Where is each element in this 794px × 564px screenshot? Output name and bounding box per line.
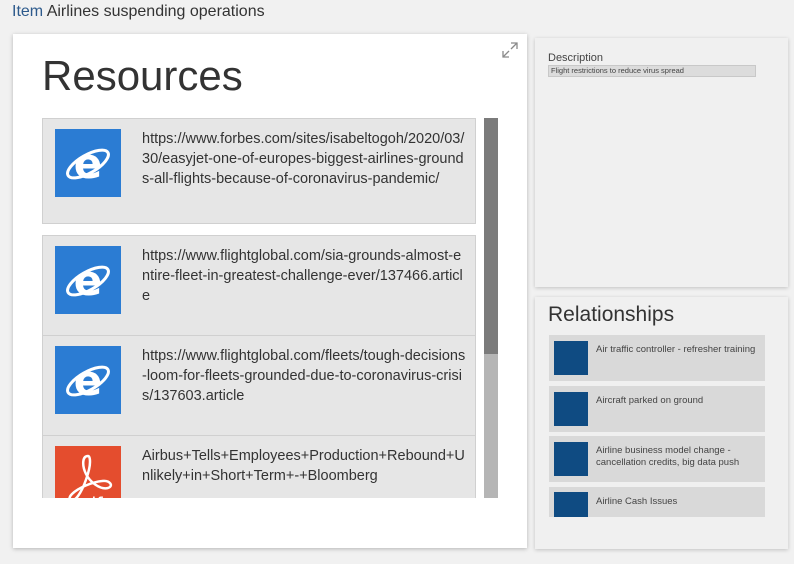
- relationship-item[interactable]: Airline Cash Issues: [549, 487, 765, 517]
- description-label: Description: [548, 52, 604, 64]
- relationships-title: Relationships: [548, 303, 675, 326]
- svg-text:e: e: [74, 139, 103, 188]
- relationship-thumbnail: [554, 341, 588, 375]
- expand-icon[interactable]: [501, 41, 519, 59]
- page-title: Airlines suspending operations: [46, 3, 265, 20]
- description-panel: Description Flight restrictions to reduc…: [535, 38, 788, 287]
- resource-item[interactable]: e https://www.flightglobal.com/sia-groun…: [42, 235, 476, 341]
- relationship-item[interactable]: Air traffic controller - refresher train…: [549, 335, 765, 381]
- relationship-label: Air traffic controller - refresher train…: [596, 344, 756, 355]
- internet-explorer-icon: e: [55, 346, 121, 414]
- resource-url[interactable]: https://www.forbes.com/sites/isabeltogoh…: [142, 129, 466, 189]
- svg-text:pdf: pdf: [73, 494, 103, 498]
- scrollbar-thumb[interactable]: [484, 118, 498, 354]
- resource-filename[interactable]: Airbus+Tells+Employees+Production+Reboun…: [142, 446, 466, 486]
- internet-explorer-icon: e: [55, 129, 121, 197]
- relationship-thumbnail: [554, 392, 588, 426]
- relationship-item[interactable]: Aircraft parked on ground: [549, 386, 765, 432]
- relationship-thumbnail: [554, 442, 588, 476]
- resource-item[interactable]: e https://www.forbes.com/sites/isabeltog…: [42, 118, 476, 224]
- relationship-label: Airline business model change - cancella…: [596, 445, 740, 468]
- resource-list: e https://www.forbes.com/sites/isabeltog…: [42, 118, 478, 498]
- resource-item[interactable]: e https://www.flightglobal.com/fleets/to…: [42, 335, 476, 441]
- resource-url[interactable]: https://www.flightglobal.com/fleets/toug…: [142, 346, 466, 406]
- internet-explorer-icon: e: [55, 246, 121, 314]
- relationship-label: Aircraft parked on ground: [596, 395, 704, 406]
- resources-title: Resources: [42, 52, 243, 99]
- relationships-panel: Relationships Air traffic controller - r…: [535, 297, 788, 549]
- relationship-label: Airline Cash Issues: [596, 496, 678, 507]
- relationship-item[interactable]: Airline business model change - cancella…: [549, 436, 765, 482]
- resources-panel: Resources e https://www.forbes.com/sites…: [13, 34, 527, 548]
- relationship-thumbnail: [554, 492, 588, 517]
- svg-text:e: e: [74, 256, 103, 305]
- page-header: Item Airlines suspending operations: [12, 3, 265, 21]
- item-prefix: Item: [12, 3, 44, 20]
- pdf-icon: pdf: [55, 446, 121, 498]
- resource-url[interactable]: https://www.flightglobal.com/sia-grounds…: [142, 246, 466, 306]
- svg-text:e: e: [74, 356, 103, 405]
- description-field[interactable]: Flight restrictions to reduce virus spre…: [548, 65, 756, 77]
- resource-item[interactable]: pdf Airbus+Tells+Employees+Production+Re…: [42, 435, 476, 498]
- resource-scrollbar[interactable]: [484, 118, 498, 498]
